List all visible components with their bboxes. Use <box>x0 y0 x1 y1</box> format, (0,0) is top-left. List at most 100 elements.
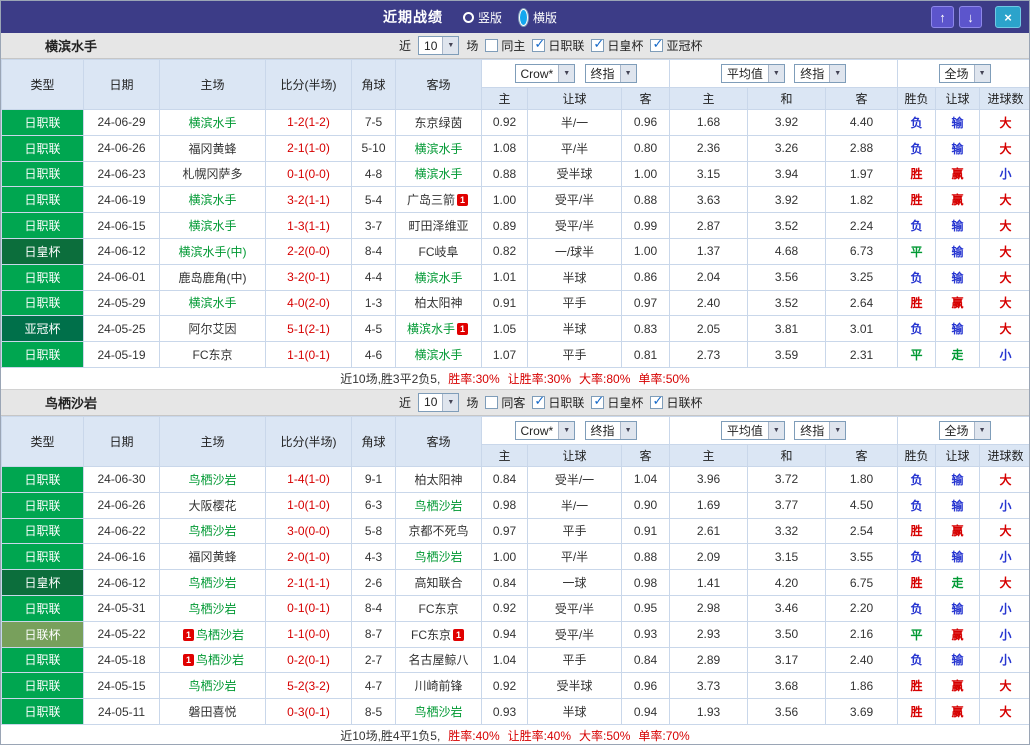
league-checkbox-0[interactable]: ✓ 日职联 <box>532 394 584 411</box>
euro-draw-odds-cell: 3.52 <box>747 212 827 239</box>
radio-vertical-label: 竖版 <box>477 10 502 25</box>
asian-away-odds-cell: 1.04 <box>620 465 671 493</box>
result-cell: 负 <box>897 491 937 519</box>
summary-stat: 胜率:30% <box>448 371 500 386</box>
asian-odds-time-select[interactable]: 终指 ▼ <box>584 420 637 440</box>
summary-prefix: 近10场,胜3平2负5, <box>340 371 441 386</box>
chevron-down-icon: ▼ <box>558 422 575 440</box>
league-checkbox-1[interactable]: ✓ 日皇杯 <box>591 394 643 411</box>
match-row: 日职联 24-06-22 鸟栖沙岩 3-0(0-0) 5-8 京都不死鸟 0.97 平手 0.9… <box>1 517 1029 545</box>
matches-table: 类型 日期 主场 比分(半场) 角球 客场 Crow* ▼ 终指 ▼ 平均值 ▼ 终指… <box>1 415 1029 725</box>
score-cell: 0-2(0-1) <box>265 646 352 674</box>
asian-home-odds-cell: 1.00 <box>481 186 528 214</box>
league-checkbox-2[interactable]: ✓ 日联杯 <box>650 394 702 411</box>
corners-cell: 5-4 <box>351 186 396 214</box>
score-cell: 0-3(0-1) <box>265 698 352 725</box>
result-cell: 负 <box>897 134 937 162</box>
col-header-handicap-result: 让球 <box>935 87 981 110</box>
handicap-result-cell: 输 <box>935 594 981 622</box>
euro-odds-time-select[interactable]: 终指 ▼ <box>794 420 847 440</box>
asian-away-odds-cell: 0.96 <box>620 109 671 136</box>
radio-unselected-icon <box>462 11 474 23</box>
home-team-name: 福冈黄蜂 <box>188 550 237 565</box>
goals-result-cell: 小 <box>979 160 1029 188</box>
euro-home-odds-cell: 1.37 <box>669 237 749 265</box>
same-venue-checkbox[interactable]: 同主 <box>485 37 525 54</box>
checkbox-checked-icon: ✓ <box>591 36 605 52</box>
layout-radio-group: 竖版 横版 <box>462 7 557 27</box>
handicap-cell: 平手 <box>527 289 622 317</box>
euro-home-odds-cell: 2.87 <box>669 212 749 239</box>
league-checkbox-1[interactable]: ✓ 日皇杯 <box>591 37 643 54</box>
home-team-cell: 横滨水手 <box>159 186 266 214</box>
average-select[interactable]: 平均值 ▼ <box>720 420 785 440</box>
radio-vertical-layout[interactable]: 竖版 <box>462 8 502 27</box>
result-cell: 胜 <box>897 672 937 700</box>
scope-filter-cell: 全场 ▼ <box>897 59 1029 88</box>
corners-cell: 5-10 <box>351 134 396 162</box>
euro-away-odds-cell: 4.40 <box>825 109 899 136</box>
radio-selected-icon <box>518 7 529 27</box>
goals-result-cell: 小 <box>979 543 1029 571</box>
games-count-select[interactable]: 10 ▼ <box>418 392 460 412</box>
score-cell: 4-0(2-0) <box>265 289 352 317</box>
scope-select[interactable]: 全场 ▼ <box>938 64 991 83</box>
euro-away-odds-cell: 2.40 <box>825 646 899 674</box>
games-count-select[interactable]: 10 ▼ <box>418 36 460 55</box>
col-header-score: 比分(半场) <box>265 415 352 467</box>
league-checkbox-2[interactable]: ✓ 亚冠杯 <box>650 37 702 54</box>
goals-result-cell: 大 <box>979 212 1029 239</box>
result-cell: 胜 <box>897 289 937 317</box>
average-select[interactable]: 平均值 ▼ <box>720 64 785 83</box>
bookmaker-select[interactable]: Crow* ▼ <box>514 64 576 84</box>
match-row: 日职联 24-06-01 鹿岛鹿角(中) 3-2(0-1) 4-4 横滨水手 1.01 半球 0… <box>1 263 1029 291</box>
summary-stat: 让胜率:30% <box>507 371 572 386</box>
euro-odds-time-select[interactable]: 终指 ▼ <box>794 64 847 83</box>
move-down-button[interactable]: ↓ <box>959 6 982 28</box>
euro-away-odds-cell: 2.24 <box>825 212 899 239</box>
euro-home-odds-cell: 3.96 <box>669 465 749 493</box>
bookmaker-select[interactable]: Crow* ▼ <box>514 421 576 441</box>
league-cell: 日职联 <box>1 672 84 700</box>
date-cell: 24-06-12 <box>83 569 160 596</box>
handicap-result-cell: 赢 <box>935 517 981 545</box>
col-header-euro-away: 客 <box>825 87 899 110</box>
handicap-result-cell: 输 <box>935 491 981 519</box>
col-header-corners: 角球 <box>351 59 396 110</box>
result-cell: 平 <box>897 620 937 648</box>
scope-select[interactable]: 全场 ▼ <box>938 420 991 440</box>
home-team-cell: 横滨水手 <box>159 289 266 317</box>
result-cell: 胜 <box>897 517 937 545</box>
handicap-cell: 受平/半 <box>527 594 622 622</box>
away-team-cell: FC东京 1 <box>395 620 482 648</box>
league-cell: 日职联 <box>1 594 84 622</box>
asian-odds-filter-cell: Crow* ▼ 终指 ▼ <box>480 415 671 445</box>
matches-tbody: 日职联 24-06-29 横滨水手 1-2(1-2) 7-5 东京绿茵 0.92 半/一 0.9… <box>1 109 1029 368</box>
league-checkbox-0[interactable]: ✓ 日职联 <box>532 37 584 54</box>
home-team-name: 福冈黄蜂 <box>188 141 237 156</box>
checkbox-checked-icon: ✓ <box>650 392 664 409</box>
home-team-cell: 鸟栖沙岩 <box>159 594 266 622</box>
score-cell: 0-1(0-1) <box>265 594 352 622</box>
move-up-button[interactable]: ↑ <box>931 6 954 28</box>
asian-away-odds-cell: 0.80 <box>620 134 671 162</box>
home-team-cell: 横滨水手 <box>159 109 266 136</box>
home-team-name: 鸟栖沙岩 <box>188 679 237 694</box>
asian-odds-time-select[interactable]: 终指 ▼ <box>584 63 637 83</box>
team-name: 横滨水手 <box>45 39 98 54</box>
col-header-corners: 角球 <box>351 415 396 467</box>
summary-stat: 单率:70% <box>638 728 690 743</box>
match-row: 日职联 24-05-29 横滨水手 4-0(2-0) 1-3 柏太阳神 0.91 平手 0.97… <box>1 289 1029 317</box>
home-team-cell: 大阪樱花 <box>159 491 266 519</box>
same-venue-checkbox[interactable]: 同客 <box>485 394 525 411</box>
close-button[interactable]: × <box>995 6 1021 28</box>
euro-home-odds-cell: 2.05 <box>669 315 749 343</box>
asian-away-odds-cell: 0.99 <box>620 212 671 239</box>
home-team-cell: 横滨水手(中) <box>159 237 266 265</box>
col-header-handicap-result: 让球 <box>935 443 981 467</box>
league-cell: 日职联 <box>1 160 84 188</box>
away-team-cell: 横滨水手 1 <box>395 315 482 343</box>
score-cell: 1-1(0-0) <box>265 620 352 648</box>
radio-horizontal-layout[interactable]: 横版 <box>518 7 557 27</box>
league-cell: 日职联 <box>1 212 84 239</box>
